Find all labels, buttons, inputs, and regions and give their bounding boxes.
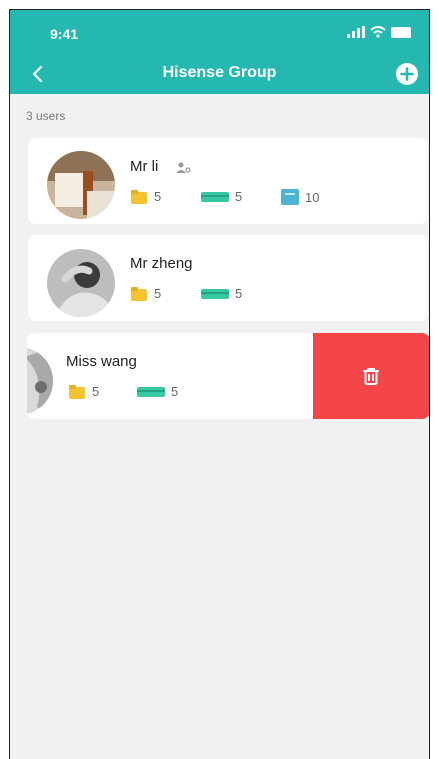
user-card-miss-wang[interactable]: Miss wang 5 5: [27, 333, 322, 419]
folders-count: 5: [92, 384, 100, 399]
user-name: Mr zheng: [130, 255, 193, 272]
add-user-button[interactable]: [395, 62, 419, 86]
folders-stat: 5: [130, 189, 161, 204]
cards-count: 5: [235, 286, 243, 301]
user-card-mr-zheng[interactable]: Mr zheng 5 5: [28, 235, 428, 321]
folder-icon: [69, 384, 85, 399]
folders-count: 5: [154, 189, 162, 204]
card-icon: [201, 288, 229, 299]
cards-stat: 5: [201, 189, 242, 204]
system-icons: [347, 26, 413, 38]
nav-bar: Hisense Group: [10, 56, 429, 94]
wifi-icon: [370, 26, 386, 38]
user-card-mr-li[interactable]: Mr li 5 5 10: [28, 138, 428, 224]
avatar: [27, 347, 53, 415]
books-count: 10: [305, 189, 320, 205]
battery-icon: [391, 26, 411, 38]
folders-stat: 5: [130, 286, 161, 301]
folder-icon: [131, 189, 147, 204]
cards-count: 5: [171, 384, 179, 399]
status-bar: 9:41: [10, 10, 429, 56]
avatar: [47, 151, 115, 219]
cards-stat: 5: [201, 286, 242, 301]
cards-stat: 5: [137, 384, 178, 399]
avatar: [47, 249, 115, 317]
folders-stat: 5: [68, 384, 99, 399]
trash-icon: [363, 368, 379, 385]
page-title: Hisense Group: [162, 64, 277, 81]
admin-icon: [176, 162, 191, 173]
user-count: 3 users: [26, 109, 66, 123]
books-stat: 10: [281, 189, 319, 205]
plus-circle-icon: [396, 63, 418, 85]
phone-screen: 9:41 Hisense Group 3 users Mr li 5 5 10 …: [9, 9, 430, 759]
folders-count: 5: [154, 286, 162, 301]
book-icon: [281, 189, 299, 205]
user-name: Mr li: [130, 158, 159, 175]
user-name: Miss wang: [66, 353, 137, 370]
card-icon: [137, 386, 165, 397]
signal-icon: [347, 26, 365, 38]
folder-icon: [131, 286, 147, 301]
delete-button[interactable]: [313, 333, 429, 419]
card-icon: [201, 191, 229, 202]
cards-count: 5: [235, 189, 243, 204]
status-time: 9:41: [50, 26, 79, 42]
